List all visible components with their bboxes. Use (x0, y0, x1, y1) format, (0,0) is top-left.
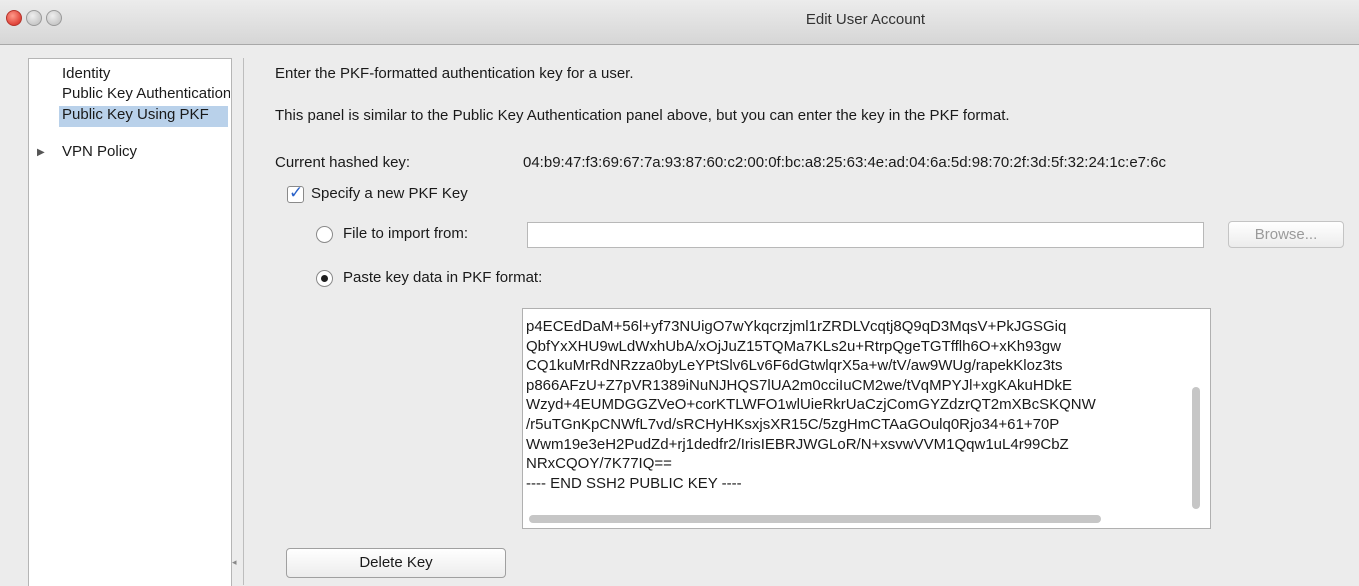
sidebar-item-public-key-using-pkf[interactable]: Public Key Using PKF (59, 106, 228, 127)
panel-heading: Enter the PKF-formatted authentication k… (275, 65, 634, 82)
current-key-label: Current hashed key: (275, 154, 411, 171)
key-line: QbfYxXHU9wLdWxhUbA/xOjJuZ15TQMa7KLs2u+Rt… (526, 337, 1061, 355)
file-path-input[interactable] (527, 222, 1204, 248)
current-key-value: 04:b9:47:f3:69:67:7a:93:87:60:c2:00:0f:b… (523, 154, 1167, 171)
sidebar-item-vpn-policy[interactable]: VPN Policy (62, 143, 230, 160)
title-bar: Edit User Account (0, 0, 1359, 45)
radio-selected-dot (321, 275, 328, 282)
key-data-text: p4ECEdDaM+56l+yf73NUigO7wYkqcrzjml1rZRDL… (526, 317, 1186, 493)
window-title: Edit User Account (805, 11, 926, 28)
key-line: ---- END SSH2 PUBLIC KEY ---- (526, 474, 742, 492)
panel-description: This panel is similar to the Public Key … (275, 107, 1010, 124)
sidebar-item-public-key-authentication[interactable]: Public Key Authentication (62, 85, 230, 102)
split-divider[interactable] (243, 58, 244, 585)
delete-key-button[interactable]: Delete Key (286, 548, 506, 578)
file-import-radio[interactable] (316, 226, 333, 243)
specify-new-key-checkbox[interactable]: ✓ (287, 183, 304, 203)
browse-button[interactable]: Browse... (1228, 221, 1344, 248)
key-line: p4ECEdDaM+56l+yf73NUigO7wYkqcrzjml1rZRDL… (526, 318, 1067, 335)
paste-key-label[interactable]: Paste key data in PKF format: (343, 269, 542, 286)
file-import-label[interactable]: File to import from: (343, 225, 468, 242)
specify-new-key-label[interactable]: Specify a new PKF Key (311, 185, 468, 202)
resize-grip-icon[interactable]: ◂ (232, 557, 237, 568)
disclosure-triangle-icon[interactable]: ▶ (37, 147, 45, 158)
key-data-textarea[interactable]: p4ECEdDaM+56l+yf73NUigO7wYkqcrzjml1rZRDL… (522, 308, 1211, 529)
key-line: NRxCQOY/7K77IQ== (526, 455, 672, 473)
horizontal-scrollbar-thumb[interactable] (529, 515, 1101, 523)
key-line: CQ1kuMrRdNRzza0byLeYPtSlv6Lv6F6dGtwlqrX5… (526, 357, 1063, 375)
key-line: /r5uTGnKpCNWfL7vd/sRCHyHKsxjsXR15C/5zgHm… (526, 415, 1060, 433)
paste-key-radio[interactable] (316, 270, 333, 287)
key-line: p866AFzU+Z7pVR1389iNuNJHQS7lUA2m0cciIuCM… (526, 376, 1073, 394)
vertical-scrollbar-thumb[interactable] (1192, 387, 1200, 509)
sidebar-item-identity[interactable]: Identity (62, 65, 230, 82)
key-line: Wzyd+4EUMDGGZVeO+corKTLWFO1wlUieRkrUaCzj… (526, 396, 1096, 414)
checkmark-icon: ✓ (289, 183, 304, 202)
key-line: Wwm19e3eH2PudZd+rj1dedfr2/IrisIEBRJWGLoR… (526, 435, 1069, 453)
sidebar-tree: Identity Public Key Authentication Publi… (28, 58, 237, 586)
